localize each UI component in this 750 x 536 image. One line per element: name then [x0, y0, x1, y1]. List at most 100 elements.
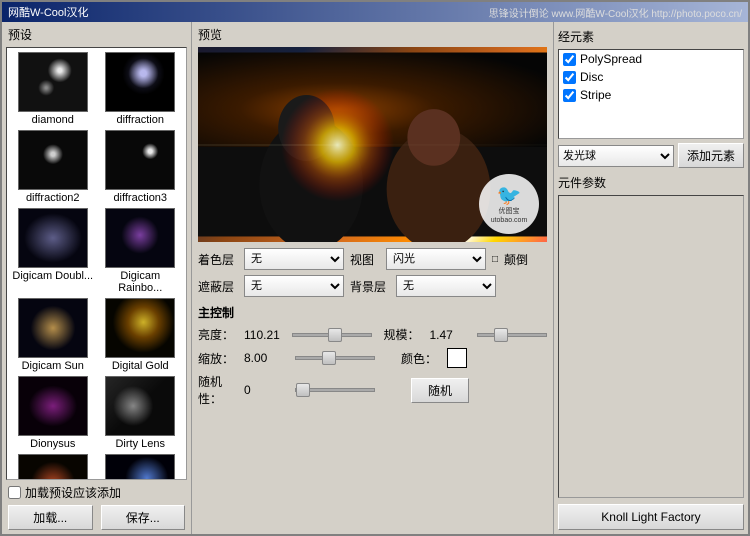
- preset-name-digicam-r: Digicam Rainbo...: [99, 270, 183, 294]
- preset-item-digicam-s[interactable]: Digicam Sun: [11, 298, 95, 372]
- brightness-label: 亮度：: [198, 326, 238, 343]
- emit-row: 发光球 添加元素: [558, 143, 744, 168]
- stripe-label: Stripe: [580, 88, 611, 102]
- preset-thumb-discovery: [18, 454, 88, 480]
- scale-value: 1.47: [430, 328, 472, 342]
- window-title: 网酷W-Cool汉化: [8, 4, 88, 20]
- polyspread-label: PolySpread: [580, 52, 642, 66]
- view-label: 视图: [350, 251, 380, 268]
- emit-select[interactable]: 发光球: [558, 145, 674, 167]
- preset-item-diffraction2[interactable]: diffraction2: [11, 130, 95, 204]
- preset-thumb-diamond: [18, 52, 88, 112]
- disc-label: Disc: [580, 70, 603, 84]
- knoll-button[interactable]: Knoll Light Factory: [558, 504, 744, 530]
- watermark-bird-icon: 🐦: [497, 183, 522, 208]
- watermark-text: 优图宝utobao.com: [491, 208, 528, 225]
- presets-label: 预设: [2, 22, 191, 47]
- scale-slider[interactable]: [477, 333, 547, 337]
- params-label: 元件参数: [558, 174, 744, 191]
- preset-thumb-distant: [105, 454, 175, 480]
- zoom-value: 8.00: [244, 351, 289, 365]
- preset-name-diamond: diamond: [32, 114, 74, 126]
- watermark: 🐦 优图宝utobao.com: [479, 174, 539, 234]
- mask-layer-label: 遮蔽层: [198, 278, 238, 295]
- bg-layer-select[interactable]: 无: [396, 275, 496, 297]
- preset-thumb-digicam-s: [18, 298, 88, 358]
- preset-name-digicam-s: Digicam Sun: [22, 360, 84, 372]
- elements-list: PolySpread Disc Stripe: [558, 49, 744, 139]
- params-area: [558, 195, 744, 498]
- middle-panel: 预览: [192, 22, 553, 534]
- preset-thumb-dionysus: [18, 376, 88, 436]
- preset-thumb-digicam-d: [18, 208, 88, 268]
- main-window: 网酷W-Cool汉化 思锋设计倒论 www.网酷W-Cool汉化 http://…: [0, 0, 750, 536]
- color-layer-select[interactable]: 无: [244, 248, 344, 270]
- color-layer-label: 着色层: [198, 251, 238, 268]
- brightness-value: 110.21: [244, 328, 286, 342]
- random-slider[interactable]: [295, 388, 375, 392]
- zoom-label: 缩放：: [198, 350, 238, 367]
- preset-name-dirty: Dirty Lens: [115, 438, 165, 450]
- scale-label: 规模：: [384, 326, 424, 343]
- preset-thumb-diffraction: [105, 52, 175, 112]
- random-value: 0: [244, 383, 289, 397]
- preset-thumb-diff2: [18, 130, 88, 190]
- element-polyspread: PolySpread: [559, 50, 743, 68]
- brightness-row: 亮度： 110.21 规模： 1.47: [198, 326, 547, 343]
- preset-name-diff2: diffraction2: [26, 192, 80, 204]
- right-panel: 经元素 PolySpread Disc Stripe 发光球: [553, 22, 748, 534]
- preset-item-discovery[interactable]: Discovery: [11, 454, 95, 480]
- brightness-slider[interactable]: [292, 333, 372, 337]
- load-button[interactable]: 加载...: [8, 505, 93, 530]
- preset-thumb-digital-g: [105, 298, 175, 358]
- preset-item-digicam-d[interactable]: Digicam Doubl...: [11, 208, 95, 294]
- preview-area: 🐦 优图宝utobao.com: [198, 47, 547, 242]
- random-button[interactable]: 随机: [411, 378, 469, 403]
- random-row: 随机性： 0 随机: [198, 373, 547, 407]
- preset-thumb-diff3: [105, 130, 175, 190]
- add-preset-checkbox[interactable]: [8, 486, 21, 499]
- element-stripe: Stripe: [559, 86, 743, 104]
- preset-item-digicam-r[interactable]: Digicam Rainbo...: [99, 208, 183, 294]
- preset-thumb-digicam-r: [105, 208, 175, 268]
- bg-layer-label: 背景层: [350, 278, 390, 295]
- preset-name-dionysus: Dionysus: [30, 438, 75, 450]
- add-preset-label: 加载预设应该添加: [25, 484, 121, 501]
- zoom-slider[interactable]: [295, 356, 375, 360]
- color-picker[interactable]: [447, 348, 467, 368]
- mask-layer-row: 遮蔽层 无 背景层 无: [198, 275, 547, 297]
- zoom-row: 缩放： 8.00 颜色：: [198, 348, 547, 368]
- watermark-header: 思锋设计倒论 www.网酷W-Cool汉化 http://photo.poco.…: [489, 5, 742, 20]
- left-panel: 预设 diamond diffraction diffraction2: [2, 22, 192, 534]
- add-element-button[interactable]: 添加元素: [678, 143, 744, 168]
- random-label: 随机性：: [198, 373, 238, 407]
- preset-buttons: 加载... 保存...: [8, 505, 185, 530]
- view-select[interactable]: 闪光: [386, 248, 486, 270]
- color-label: 颜色：: [401, 350, 441, 367]
- preset-item-dionysus[interactable]: Dionysus: [11, 376, 95, 450]
- mask-layer-select[interactable]: 无: [244, 275, 344, 297]
- stripe-checkbox[interactable]: [563, 89, 576, 102]
- preset-item-diffraction[interactable]: diffraction: [99, 52, 183, 126]
- master-control-label: 主控制: [198, 304, 547, 321]
- preset-name-digital-g: Digital Gold: [112, 360, 169, 372]
- add-preset-row: 加载预设应该添加: [8, 484, 185, 501]
- main-content: 预设 diamond diffraction diffraction2: [2, 22, 748, 534]
- save-button[interactable]: 保存...: [101, 505, 186, 530]
- color-layer-row: 着色层 无 视图 闪光 □ 颠倒: [198, 248, 547, 270]
- polyspread-checkbox[interactable]: [563, 53, 576, 66]
- elements-label: 经元素: [558, 26, 744, 49]
- preset-name-diff3: diffraction3: [113, 192, 167, 204]
- disc-checkbox[interactable]: [563, 71, 576, 84]
- preset-item-distant[interactable]: Distant: [99, 454, 183, 480]
- preset-name-diffraction: diffraction: [117, 114, 165, 126]
- title-bar: 网酷W-Cool汉化 思锋设计倒论 www.网酷W-Cool汉化 http://…: [2, 2, 748, 22]
- preset-name-digicam-d: Digicam Doubl...: [12, 270, 93, 282]
- preset-item-dirty[interactable]: Dirty Lens: [99, 376, 183, 450]
- preset-item-diffraction3[interactable]: diffraction3: [99, 130, 183, 204]
- preset-item-diamond[interactable]: diamond: [11, 52, 95, 126]
- preset-item-digital-g[interactable]: Digital Gold: [99, 298, 183, 372]
- flip-icon: □: [492, 254, 498, 265]
- flip-label: 颠倒: [504, 251, 528, 268]
- preview-label: 预览: [192, 22, 553, 47]
